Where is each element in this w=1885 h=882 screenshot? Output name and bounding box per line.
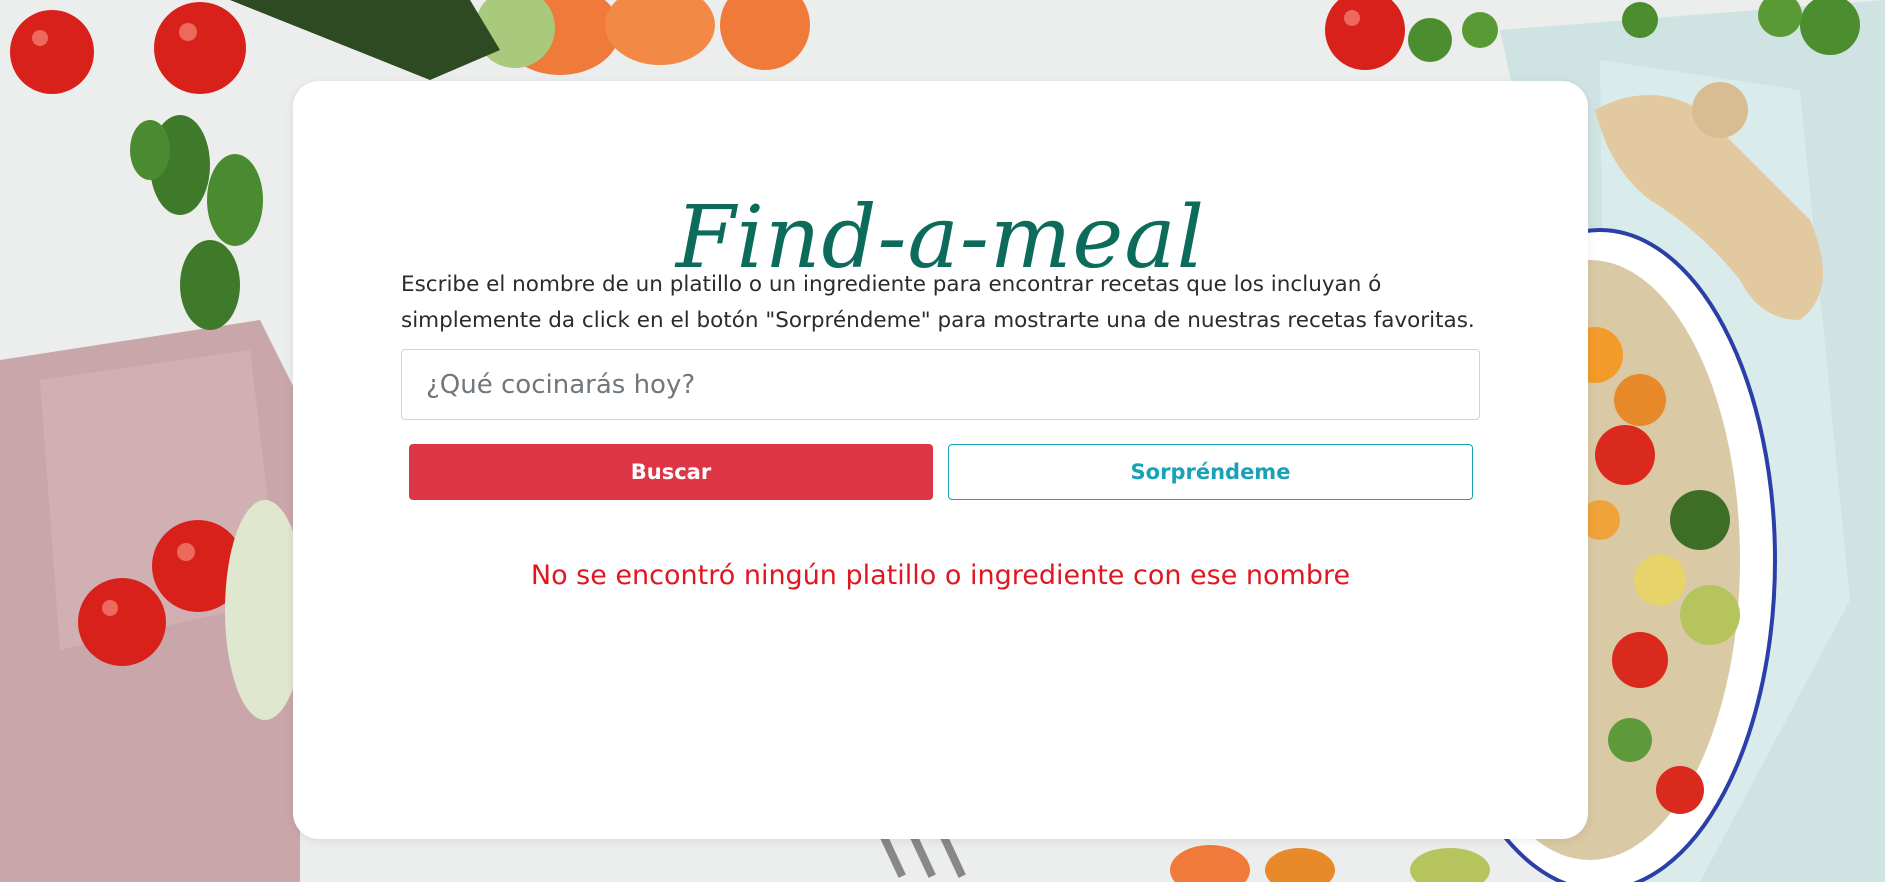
description-text: Escribe el nombre de un platillo o un in… (401, 272, 1475, 333)
search-button[interactable]: Buscar (409, 444, 933, 500)
surprise-me-button[interactable]: Sorpréndeme (948, 444, 1473, 500)
page: Find-a-meal Escribe el nombre de un plat… (0, 0, 1885, 882)
error-message: No se encontró ningún platillo o ingredi… (530, 560, 1351, 591)
search-input[interactable] (401, 349, 1480, 420)
search-card: Find-a-meal Escribe el nombre de un plat… (293, 81, 1588, 839)
